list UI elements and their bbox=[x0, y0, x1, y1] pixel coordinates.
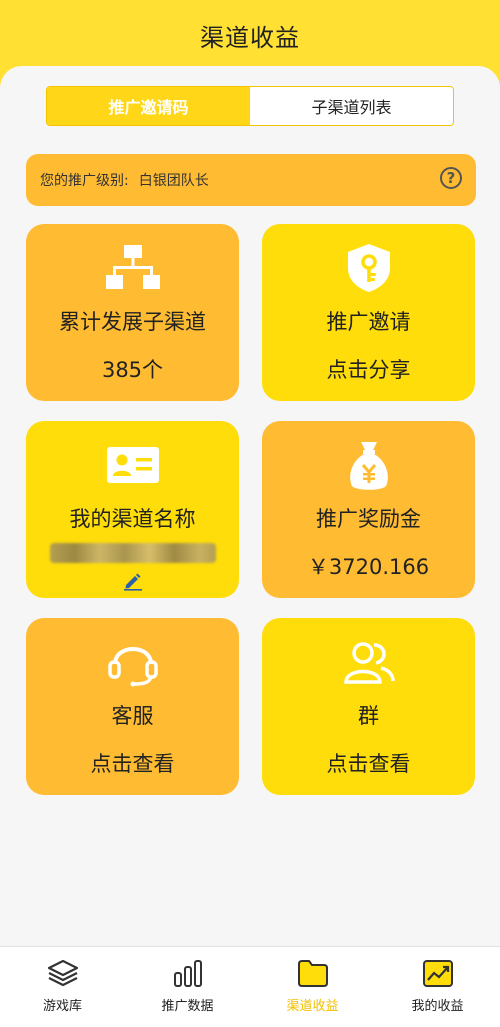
bottom-nav: 游戏库 推广数据 渠道收益 我的收益 bbox=[0, 946, 500, 1027]
group-action: 点击查看 bbox=[326, 752, 411, 776]
service-action: 点击查看 bbox=[90, 752, 175, 776]
help-icon[interactable]: ? bbox=[440, 167, 462, 189]
nav-label-promo-data: 推广数据 bbox=[161, 999, 214, 1014]
customer-service-card[interactable]: 客服 点击查看 bbox=[26, 618, 239, 795]
bonus-title: 推广奖励金 bbox=[316, 507, 421, 531]
tab-subchannel-list[interactable]: 子渠道列表 bbox=[250, 87, 453, 125]
bonus-card[interactable]: 推广奖励金 ￥3720.166 bbox=[262, 421, 475, 598]
id-card-icon bbox=[105, 439, 161, 491]
level-bar: 您的推广级别: 白银团队长 ? bbox=[26, 154, 476, 206]
hierarchy-icon bbox=[105, 242, 161, 294]
headset-icon bbox=[105, 636, 161, 688]
channel-name-title: 我的渠道名称 bbox=[69, 507, 196, 531]
nav-item-promo-data[interactable]: 推广数据 bbox=[125, 947, 250, 1027]
folder-icon bbox=[296, 957, 330, 989]
shield-key-icon bbox=[341, 242, 397, 294]
invite-title: 推广邀请 bbox=[326, 310, 411, 334]
bonus-amount: ￥3720.166 bbox=[307, 555, 430, 579]
subchannels-card[interactable]: 累计发展子渠道 385个 bbox=[26, 224, 239, 401]
nav-label-channel-earnings: 渠道收益 bbox=[286, 999, 339, 1014]
edit-icon[interactable] bbox=[122, 571, 144, 591]
header: 渠道收益 bbox=[0, 0, 500, 70]
invite-card[interactable]: 推广邀请 点击分享 bbox=[262, 224, 475, 401]
nav-label-game-library: 游戏库 bbox=[42, 999, 82, 1014]
page-title: 渠道收益 bbox=[200, 23, 300, 52]
money-bag-icon bbox=[341, 439, 397, 491]
group-card[interactable]: 群 点击查看 bbox=[262, 618, 475, 795]
invite-action: 点击分享 bbox=[326, 358, 411, 382]
level-label: 您的推广级别: bbox=[40, 173, 129, 189]
layers-icon bbox=[46, 957, 80, 989]
channel-name-value-redacted bbox=[49, 543, 216, 563]
subchannels-title: 累计发展子渠道 bbox=[59, 310, 206, 334]
service-title: 客服 bbox=[111, 704, 154, 728]
users-icon bbox=[341, 636, 397, 688]
nav-item-my-earnings[interactable]: 我的收益 bbox=[375, 947, 500, 1027]
nav-label-my-earnings: 我的收益 bbox=[411, 999, 464, 1014]
nav-item-channel-earnings[interactable]: 渠道收益 bbox=[250, 947, 375, 1027]
level-value: 白银团队长 bbox=[138, 173, 209, 189]
bar-chart-icon bbox=[171, 957, 205, 989]
channel-name-card[interactable]: 我的渠道名称 bbox=[26, 421, 239, 598]
tab-bar: 推广邀请码 子渠道列表 bbox=[46, 86, 454, 126]
tab-invite-code[interactable]: 推广邀请码 bbox=[47, 87, 250, 125]
subchannels-count: 385个 bbox=[101, 358, 164, 382]
group-title: 群 bbox=[358, 704, 379, 728]
nav-item-game-library[interactable]: 游戏库 bbox=[0, 947, 125, 1027]
trend-chart-icon bbox=[421, 957, 455, 989]
